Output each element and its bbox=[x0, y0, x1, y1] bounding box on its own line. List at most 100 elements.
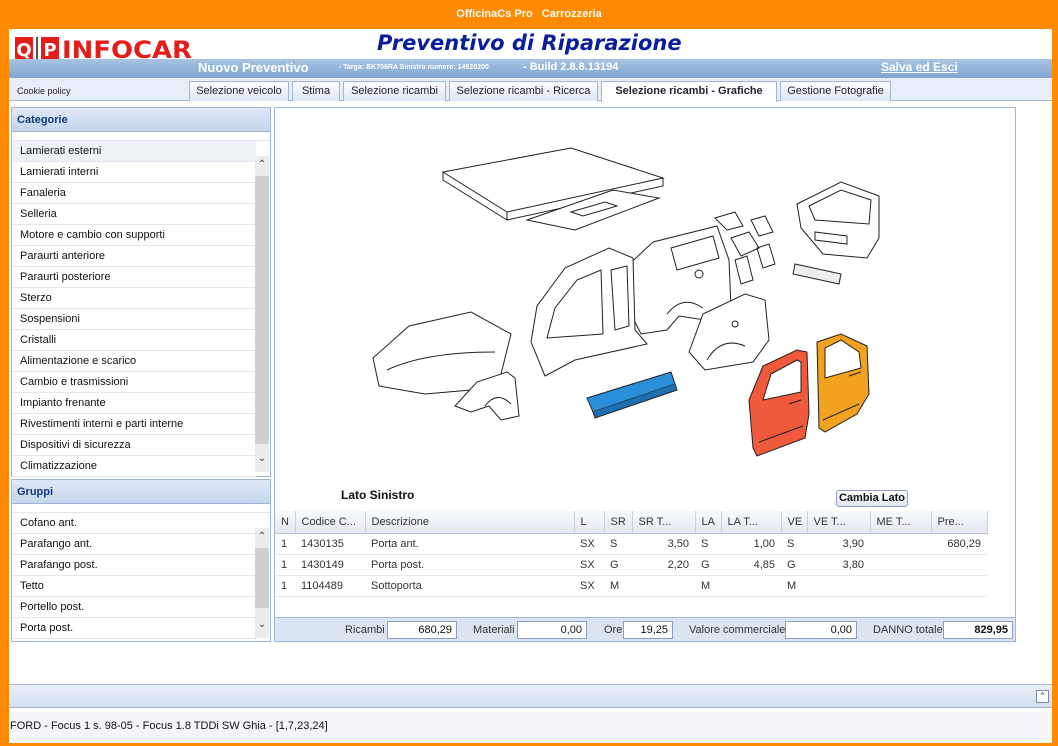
tab-gestione-fotografie[interactable]: Gestione Fotografie bbox=[780, 81, 891, 101]
tab-selezione-veicolo[interactable]: Selezione veicolo bbox=[189, 81, 289, 101]
col-header[interactable]: LA T... bbox=[721, 511, 782, 534]
table-row[interactable]: 1 1430135 Porta ant. SX S 3,50 S 1,00 S … bbox=[275, 533, 987, 555]
porta-ant-part[interactable] bbox=[748, 349, 810, 457]
ricambi-field[interactable]: 680,29 bbox=[387, 621, 457, 639]
cell-la: G bbox=[695, 554, 721, 576]
materiali-field[interactable]: 0,00 bbox=[517, 621, 587, 639]
vehicle-status-bar: FORD - Focus 1 s. 98-05 - Focus 1.8 TDDi… bbox=[9, 712, 1052, 741]
porta-post-part[interactable] bbox=[816, 333, 870, 433]
cell-me-t bbox=[870, 533, 931, 555]
change-side-button[interactable]: Cambia Lato bbox=[836, 490, 908, 507]
window-title-bar: OfficinaCs Pro Carrozzeria bbox=[0, 0, 1058, 29]
ore-field[interactable]: 19,25 bbox=[623, 621, 673, 639]
cell-ve-t: 3,90 bbox=[807, 533, 870, 555]
groups-panel: Gruppi Cofano ant. Parafango ant. Parafa… bbox=[11, 479, 271, 642]
category-item[interactable]: Rivestimenti interni e parti interne bbox=[12, 414, 256, 435]
col-header[interactable]: LA bbox=[695, 511, 722, 534]
col-header[interactable]: SR bbox=[604, 511, 633, 534]
cell-l: SX bbox=[574, 554, 604, 576]
cell-me-t bbox=[870, 554, 931, 576]
group-item[interactable]: Parafango ant. bbox=[12, 534, 256, 555]
groups-header: Gruppi bbox=[12, 480, 270, 504]
cell-sr: S bbox=[604, 533, 632, 555]
col-header[interactable]: VE T... bbox=[807, 511, 871, 534]
cell-ve-t bbox=[807, 575, 870, 597]
tab-selezione-ricambi[interactable]: Selezione ricambi bbox=[343, 81, 446, 101]
cell-descrizione: Porta post. bbox=[365, 554, 574, 576]
side-label: Lato Sinistro bbox=[341, 488, 415, 502]
cookie-policy-link[interactable]: Cookie policy bbox=[17, 86, 71, 96]
categories-header: Categorie bbox=[12, 108, 270, 132]
category-item[interactable]: Fanaleria bbox=[12, 183, 256, 204]
category-item[interactable]: Sospensioni bbox=[12, 309, 256, 330]
materiali-label: Materiali bbox=[473, 624, 515, 636]
totals-bar: Ricambi 680,29 Materiali 0,00 Ore 19,25 … bbox=[275, 617, 1015, 641]
category-item[interactable]: Paraurti posteriore bbox=[12, 267, 256, 288]
danno-totale-field[interactable]: 829,95 bbox=[943, 621, 1013, 639]
col-header[interactable]: L bbox=[574, 511, 605, 534]
body-side-frame-part[interactable] bbox=[530, 247, 648, 377]
group-item[interactable]: Tetto bbox=[12, 576, 256, 597]
scroll-down-icon[interactable]: ⌄ bbox=[255, 618, 269, 632]
category-item[interactable]: Alimentazione e scarico bbox=[12, 351, 256, 372]
col-header[interactable]: Codice C... bbox=[295, 511, 366, 534]
category-item[interactable]: Lamierati interni bbox=[12, 162, 256, 183]
app-name: OfficinaCs Pro bbox=[456, 8, 533, 20]
col-header[interactable]: Descrizione bbox=[365, 511, 575, 534]
category-item[interactable]: Lamierati esterni bbox=[12, 141, 256, 162]
exploded-body-diagram[interactable] bbox=[275, 108, 1015, 478]
cell-n: 1 bbox=[275, 575, 295, 597]
scroll-up-icon[interactable]: ⌃ bbox=[255, 530, 269, 544]
parts-graphic-viewer: Lato Sinistro Cambia Lato N Codice C... … bbox=[274, 107, 1016, 642]
category-item[interactable]: Climatizzazione bbox=[12, 456, 256, 477]
cell-descrizione: Sottoporta bbox=[365, 575, 574, 597]
cell-me-t bbox=[870, 575, 931, 597]
scroll-up-icon[interactable]: ⌃ bbox=[255, 158, 269, 172]
group-item[interactable]: Porta post. bbox=[12, 618, 256, 639]
scroll-thumb[interactable] bbox=[255, 548, 269, 608]
cell-sr-t: 2,20 bbox=[632, 554, 695, 576]
groups-scrollbar[interactable]: ⌃ ⌄ bbox=[255, 528, 269, 638]
cell-sr-t: 3,50 bbox=[632, 533, 695, 555]
col-header[interactable]: N bbox=[275, 511, 296, 534]
tailgate-part[interactable] bbox=[792, 181, 880, 285]
ricambi-label: Ricambi bbox=[345, 624, 385, 636]
category-item[interactable]: Cristalli bbox=[12, 330, 256, 351]
scroll-down-icon[interactable]: ⌄ bbox=[255, 452, 269, 466]
cell-la-t: 1,00 bbox=[721, 533, 781, 555]
save-and-exit-link[interactable]: Salva ed Esci bbox=[881, 60, 958, 74]
cell-sr: G bbox=[604, 554, 632, 576]
category-item[interactable]: Paraurti anteriore bbox=[12, 246, 256, 267]
col-header[interactable]: ME T... bbox=[870, 511, 932, 534]
col-header[interactable]: SR T... bbox=[632, 511, 696, 534]
category-item[interactable]: Impianto frenante bbox=[12, 393, 256, 414]
table-row[interactable]: 1 1430149 Porta post. SX G 2,20 G 4,85 G… bbox=[275, 554, 987, 576]
categories-scrollbar[interactable]: ⌃ ⌄ bbox=[255, 156, 269, 472]
category-item[interactable]: Dispositivi di sicurezza bbox=[12, 435, 256, 456]
module-name: Carrozzeria bbox=[541, 8, 602, 20]
category-item[interactable]: Selleria bbox=[12, 204, 256, 225]
col-header[interactable]: VE bbox=[781, 511, 808, 534]
category-item[interactable]: Sterzo bbox=[12, 288, 256, 309]
col-header[interactable]: Pre... bbox=[931, 511, 988, 534]
valore-commerciale-field[interactable]: 0,00 bbox=[785, 621, 857, 639]
group-item[interactable]: Portello post. bbox=[12, 597, 256, 618]
expand-up-icon[interactable]: ⌃ bbox=[1036, 690, 1049, 703]
tab-stima[interactable]: Stima bbox=[292, 81, 340, 101]
cell-ve: G bbox=[781, 554, 807, 576]
cell-codice: 1104489 bbox=[295, 575, 365, 597]
category-item[interactable]: Cambio e trasmissioni bbox=[12, 372, 256, 393]
group-item[interactable]: Parafango post. bbox=[12, 555, 256, 576]
bottom-collapse-bar: ⌃ bbox=[9, 684, 1052, 708]
tab-selezione-ricambi-ricerca[interactable]: Selezione ricambi - Ricerca bbox=[449, 81, 598, 101]
scroll-thumb[interactable] bbox=[255, 176, 269, 444]
category-item[interactable]: Motore e cambio con supporti bbox=[12, 225, 256, 246]
app-frame: Q P INFOCAR REPAIR Preventivo di Riparaz… bbox=[0, 29, 1058, 746]
group-item[interactable]: Cofano ant. bbox=[12, 513, 256, 534]
cell-codice: 1430135 bbox=[295, 533, 365, 555]
table-row[interactable]: 1 1104489 Sottoporta SX M M M bbox=[275, 575, 987, 597]
sottoporta-part[interactable] bbox=[586, 371, 678, 419]
tab-selezione-ricambi-grafiche[interactable]: Selezione ricambi - Grafiche bbox=[601, 81, 777, 102]
cell-prezzo bbox=[931, 554, 987, 576]
new-estimate-label: Nuovo Preventivo bbox=[198, 60, 309, 75]
